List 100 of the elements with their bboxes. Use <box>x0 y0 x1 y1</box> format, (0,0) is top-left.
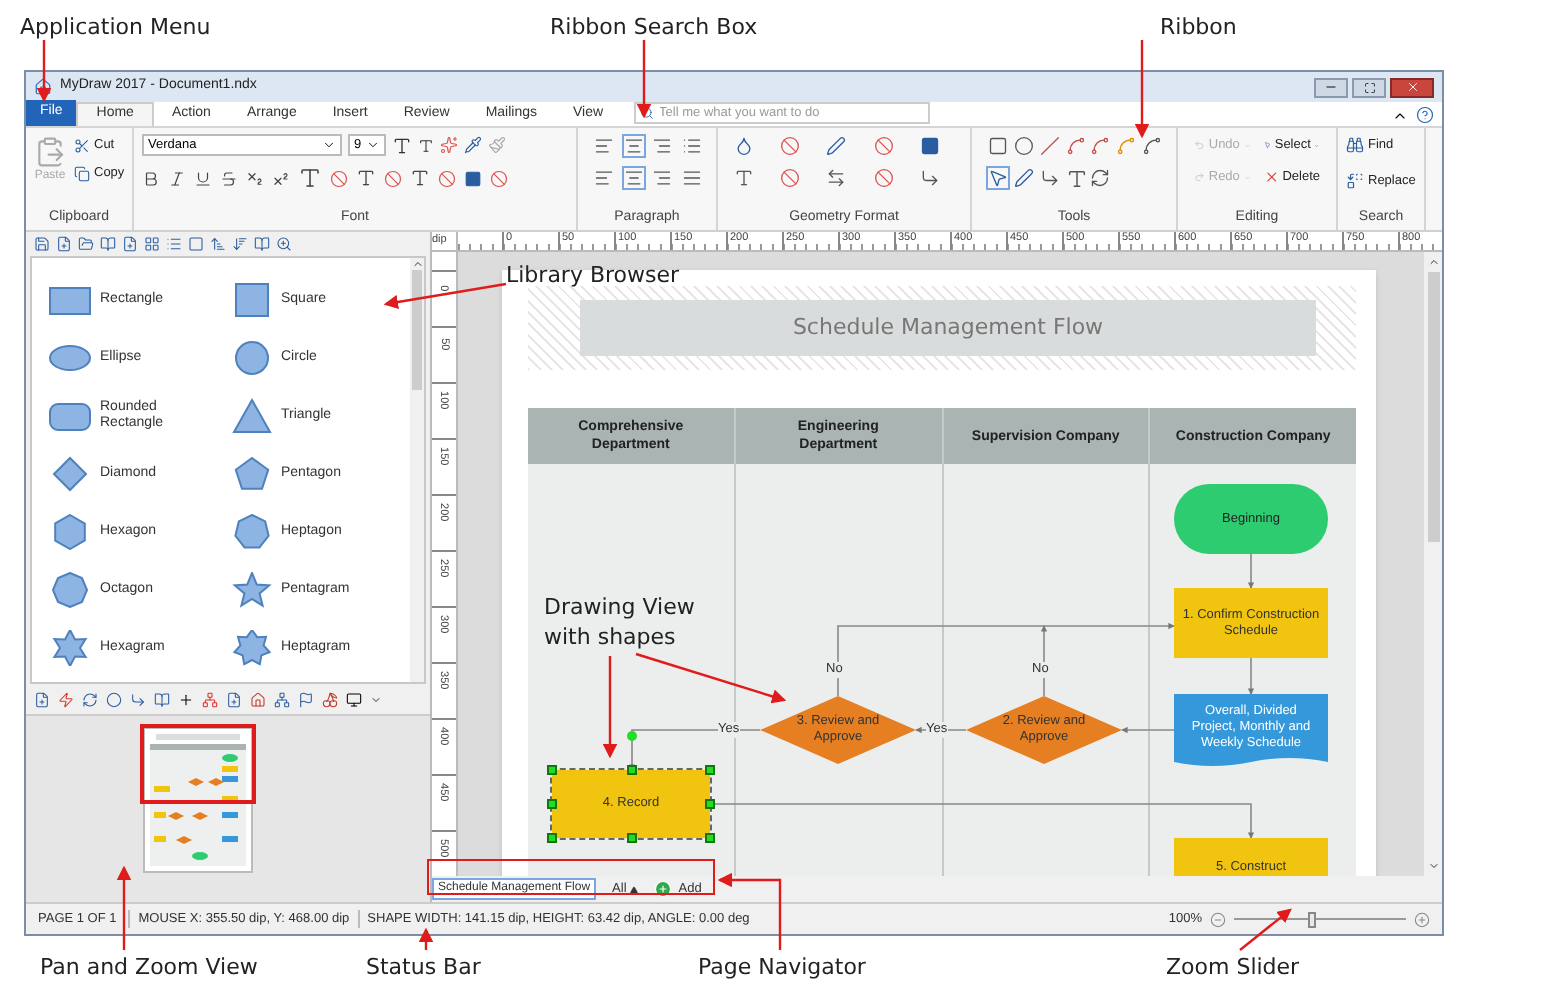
ellipse-icon[interactable] <box>48 339 92 375</box>
align-bottom-icon[interactable] <box>652 136 672 156</box>
star-icon[interactable] <box>229 629 273 665</box>
house-icon[interactable] <box>250 691 266 707</box>
align-left-icon[interactable] <box>594 168 614 188</box>
text-size-icon[interactable] <box>734 168 754 188</box>
no-color-icon[interactable] <box>438 169 456 187</box>
corner-icon[interactable] <box>919 168 940 188</box>
scrollbar-thumb[interactable] <box>1427 272 1439 542</box>
document-icon[interactable] <box>226 691 242 707</box>
connector-icon[interactable] <box>130 691 146 707</box>
chevron-down-icon[interactable] <box>366 138 380 152</box>
star-icon[interactable] <box>229 571 273 607</box>
scroll-up-icon[interactable] <box>411 258 423 270</box>
more-icon[interactable] <box>370 693 382 705</box>
zoom-out-icon[interactable] <box>1210 911 1226 927</box>
selection-handle[interactable] <box>705 765 715 775</box>
arrows-icon[interactable] <box>826 168 847 188</box>
align-top-icon[interactable] <box>594 136 614 156</box>
heptagon-icon[interactable] <box>229 513 273 549</box>
no-color-icon[interactable] <box>780 168 801 188</box>
minimize-icon[interactable] <box>1324 80 1338 94</box>
no-color-icon[interactable] <box>873 136 894 156</box>
rectangle-icon[interactable] <box>48 281 92 317</box>
sort-descending-icon[interactable] <box>232 236 248 252</box>
grid-view-icon[interactable] <box>144 236 160 252</box>
underline-icon[interactable] <box>194 169 212 187</box>
connector-handle[interactable] <box>627 731 637 741</box>
triangle-icon[interactable] <box>630 885 639 893</box>
selection-handle[interactable] <box>547 765 557 775</box>
connector-tool-icon[interactable] <box>1039 168 1060 188</box>
no-color-icon[interactable] <box>330 169 348 187</box>
selection-handle[interactable] <box>626 765 636 775</box>
file-icon[interactable] <box>122 236 138 252</box>
selection-handle[interactable] <box>547 799 557 809</box>
no-color-icon[interactable] <box>490 169 508 187</box>
minimize-button[interactable] <box>1314 77 1348 97</box>
diamond-icon[interactable] <box>48 455 92 491</box>
binoculars-icon[interactable] <box>1346 136 1364 155</box>
scrollbar[interactable] <box>410 258 424 682</box>
maximize-button[interactable] <box>1352 77 1386 97</box>
italic-icon[interactable] <box>168 169 186 187</box>
search-icon[interactable] <box>639 106 654 120</box>
sort-ascending-icon[interactable] <box>210 236 226 252</box>
line-icon[interactable] <box>826 136 847 156</box>
chevron-down-icon[interactable] <box>322 138 336 152</box>
pen-tool-icon[interactable] <box>1013 168 1034 188</box>
scrollbar-thumb[interactable] <box>412 270 422 390</box>
fill-square-icon[interactable] <box>464 169 482 187</box>
align-right-icon[interactable] <box>652 168 672 188</box>
monitor-icon[interactable] <box>346 691 362 707</box>
delete-x-icon[interactable] <box>1263 168 1279 187</box>
superscript-icon[interactable] <box>272 169 290 187</box>
octagon-icon[interactable] <box>48 571 92 607</box>
no-color-icon[interactable] <box>780 136 801 156</box>
scissors-icon[interactable] <box>74 137 90 154</box>
text-tool-icon[interactable] <box>1065 168 1088 190</box>
strikethrough-icon[interactable] <box>220 169 238 187</box>
cherry-icon[interactable] <box>322 691 338 707</box>
page-icon[interactable] <box>34 691 50 707</box>
no-color-icon[interactable] <box>873 168 894 188</box>
no-color-icon[interactable] <box>384 169 402 187</box>
scroll-up-icon[interactable] <box>1427 256 1439 268</box>
pipette-icon[interactable] <box>464 136 482 154</box>
star-icon[interactable] <box>48 629 92 665</box>
circle-icon[interactable] <box>229 339 273 375</box>
hexagon-icon[interactable] <box>48 513 92 549</box>
new-file-icon[interactable] <box>56 236 72 252</box>
arc-tool-icon[interactable] <box>1090 136 1111 156</box>
align-middle-icon[interactable] <box>623 136 643 156</box>
zoom-slider[interactable] <box>1234 911 1406 927</box>
help-icon[interactable] <box>1416 106 1434 124</box>
bold-icon[interactable] <box>142 169 160 187</box>
cycle-icon[interactable] <box>82 691 98 707</box>
copy-icon[interactable] <box>74 165 90 182</box>
ellipse-tool-icon[interactable] <box>1013 136 1034 156</box>
book-icon[interactable] <box>100 236 116 252</box>
rounded-rectangle-icon[interactable] <box>48 397 92 433</box>
square-view-icon[interactable] <box>188 236 204 252</box>
selection-handle[interactable] <box>705 833 715 843</box>
zoom-slider-thumb[interactable] <box>1307 911 1316 927</box>
scroll-down-icon[interactable] <box>1427 860 1439 872</box>
justify-icon[interactable] <box>681 168 701 188</box>
close-button[interactable] <box>1390 77 1434 97</box>
fill-icon[interactable] <box>734 136 754 156</box>
pentagon-icon[interactable] <box>229 455 273 491</box>
save-icon[interactable] <box>34 236 50 252</box>
flag-icon[interactable] <box>298 691 314 707</box>
rectangle-tool-icon[interactable] <box>988 136 1008 156</box>
list-view-icon[interactable] <box>166 236 182 252</box>
search-icon[interactable] <box>276 236 292 252</box>
freehand-tool-icon[interactable] <box>1142 136 1163 156</box>
pointer-tool-icon[interactable] <box>988 168 1008 188</box>
thumbnail-drawing[interactable] <box>140 724 256 876</box>
rotate-tool-icon[interactable] <box>1090 168 1111 188</box>
align-center-icon[interactable] <box>623 168 643 188</box>
network-icon[interactable] <box>274 691 290 707</box>
line-tool-icon[interactable] <box>1039 136 1060 156</box>
selection-handle[interactable] <box>626 833 636 843</box>
lightning-icon[interactable] <box>58 691 74 707</box>
